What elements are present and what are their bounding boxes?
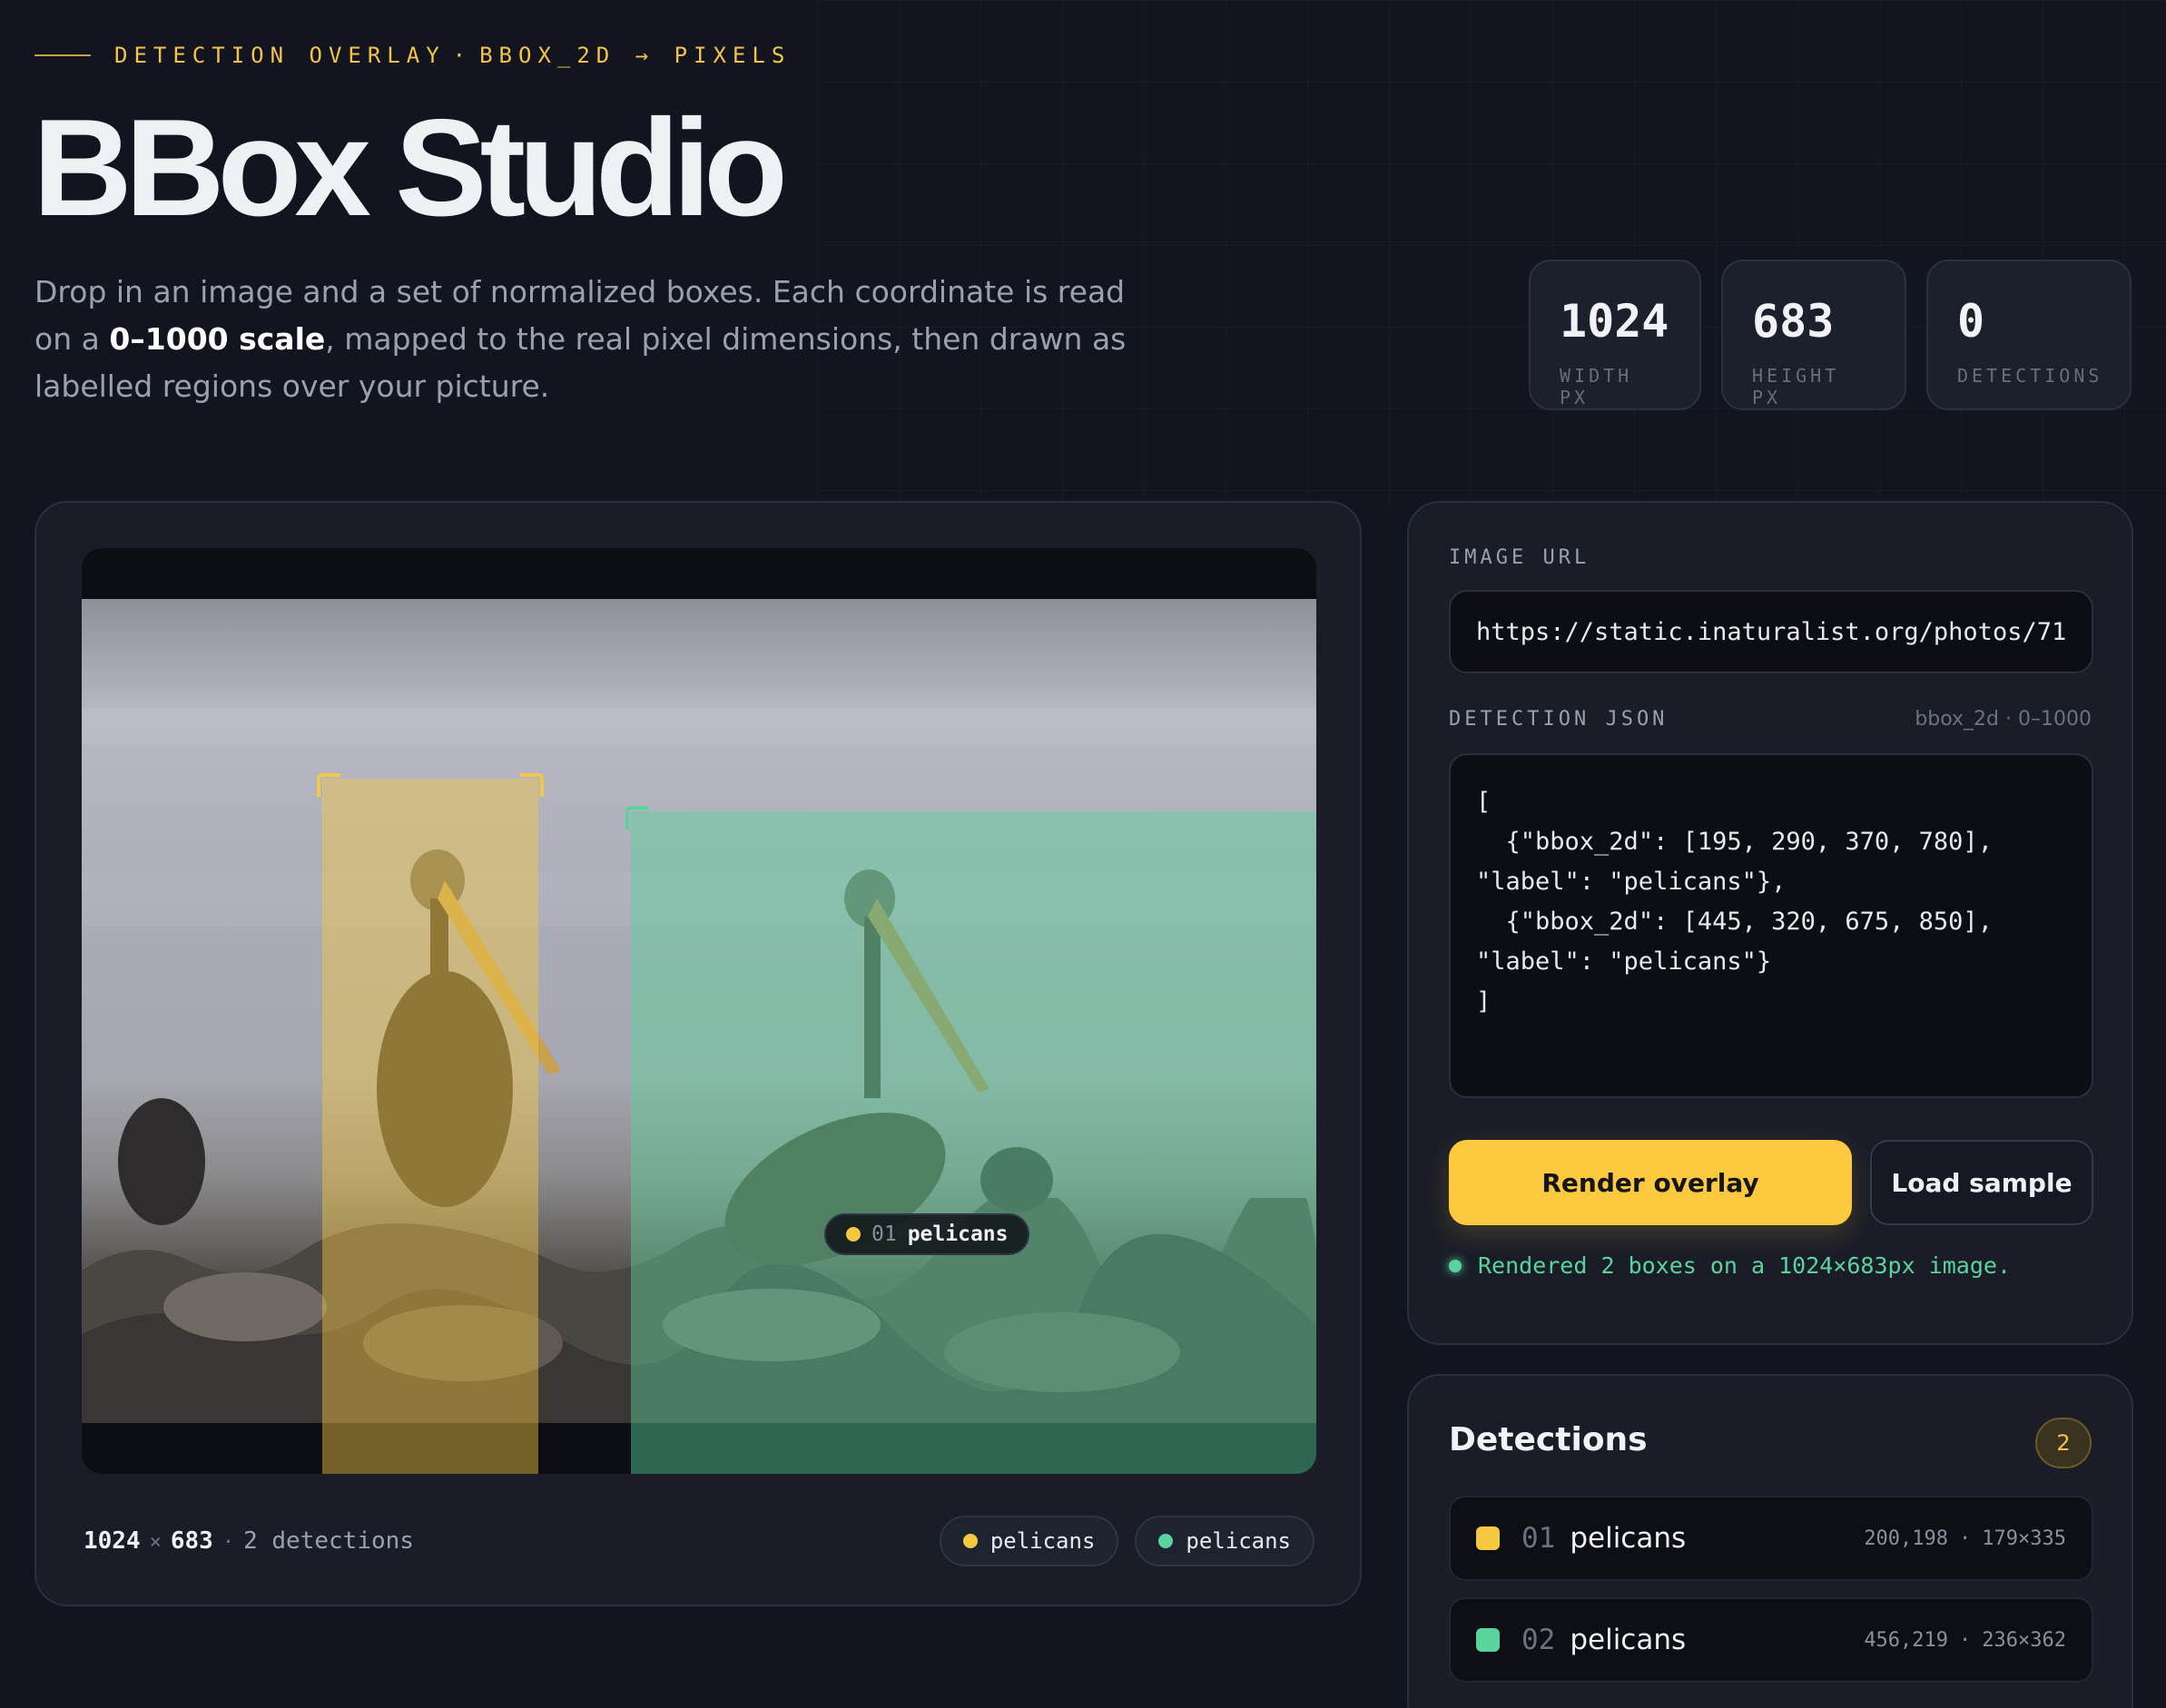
bbox-corner-right	[520, 773, 544, 797]
detection-size: 236×362	[1982, 1628, 2066, 1652]
detection-json-hint: bbox_2d · 0–1000	[1915, 708, 2092, 731]
eyebrow-right: BBOX_2D → PIXELS	[479, 43, 792, 68]
eyebrow-rule	[34, 54, 91, 56]
detection-size: 179×335	[1982, 1526, 2066, 1550]
dim-separator: ·	[222, 1531, 235, 1554]
eyebrow-left: DETECTION OVERLAY	[114, 43, 446, 68]
page-title: BBox Studio	[33, 91, 788, 245]
image-viewer: 01 pelicans 1024 × 683 · 2 detections pelica…	[34, 501, 1362, 1606]
detection-color-swatch	[1476, 1628, 1500, 1652]
bbox-label-tag: 01 pelicans	[824, 1213, 1030, 1255]
load-sample-button[interactable]: Load sample	[1870, 1140, 2093, 1225]
chip-label: pelicans	[989, 1528, 1096, 1554]
stat-detections: 0 DETECTIONS	[1926, 260, 2132, 410]
dim-times: ×	[149, 1531, 162, 1554]
status-text: Rendered 2 boxes on a 1024×683px image.	[1478, 1252, 2011, 1279]
status-dot-icon	[1449, 1259, 1462, 1272]
input-panel: IMAGE URL DETECTION JSON bbox_2d · 0–100…	[1407, 501, 2133, 1345]
viewer-footer: 1024 × 683 · 2 detections pelicans pelicans	[84, 1514, 1314, 1568]
detection-json-input[interactable]: [ {"bbox_2d": [195, 290, 370, 780], "lab…	[1449, 753, 2093, 1098]
stats-row: 1024 WIDTH PX 683 HEIGHT PX 0 DETECTIONS	[1529, 260, 2132, 410]
detection-count-text: 2 detections	[243, 1527, 414, 1555]
detection-number: 02	[1521, 1624, 1556, 1656]
stat-detections-label: DETECTIONS	[1957, 365, 2103, 387]
background-grid	[817, 0, 2166, 508]
detection-number: 01	[1521, 1522, 1556, 1555]
render-overlay-button[interactable]: Render overlay	[1449, 1140, 1852, 1225]
eyebrow-separator: ·	[452, 43, 473, 68]
bbox-corner-left	[317, 773, 340, 797]
stat-height: 683 HEIGHT PX	[1721, 260, 1906, 410]
chip-color-dot	[1158, 1534, 1174, 1548]
detections-count-badge: 2	[2035, 1418, 2092, 1468]
label-chip[interactable]: pelicans	[939, 1516, 1119, 1566]
stat-height-value: 683	[1752, 295, 1835, 348]
detections-title: Detections	[1449, 1421, 1648, 1458]
stat-width: 1024 WIDTH PX	[1529, 260, 1701, 410]
label-chips: pelicans pelicans	[939, 1516, 1314, 1566]
detection-position: 200,198	[1864, 1526, 1949, 1550]
stat-width-value: 1024	[1560, 295, 1669, 348]
stat-width-label: WIDTH PX	[1560, 365, 1633, 408]
detection-label: pelicans	[1570, 1522, 1687, 1555]
tag-number: 01	[871, 1222, 897, 1246]
chip-color-dot	[962, 1534, 978, 1548]
intro-bold: 0–1000 scale	[109, 321, 326, 357]
detection-position: 456,219	[1864, 1628, 1949, 1652]
intro-text: Drop in an image and a set of normalized…	[34, 269, 1151, 410]
bbox-02[interactable]	[625, 806, 1316, 1474]
chip-label: pelicans	[1186, 1528, 1291, 1554]
detections-panel: Detections 2 01 pelicans 200,198 · 179×335…	[1407, 1374, 2133, 1708]
label-chip[interactable]: pelicans	[1135, 1516, 1314, 1566]
image-dimensions: 1024 × 683 · 2 detections	[84, 1527, 414, 1555]
bbox-01[interactable]	[317, 773, 544, 1474]
detection-meta-separator: ·	[1959, 1628, 1972, 1652]
detection-meta: 456,219 · 236×362	[1864, 1629, 2066, 1652]
bbox-corner-left	[625, 806, 649, 829]
stat-height-label: HEIGHT PX	[1752, 365, 1840, 408]
dim-width: 1024	[84, 1527, 141, 1555]
detection-color-swatch	[1476, 1526, 1500, 1550]
detection-json-label: DETECTION JSON	[1449, 708, 1669, 731]
overlay-canvas: 01 pelicans	[82, 548, 1316, 1474]
detection-row[interactable]: 01 pelicans 200,198 · 179×335	[1449, 1496, 2093, 1581]
dim-height: 683	[170, 1527, 213, 1555]
detection-row[interactable]: 02 pelicans 456,219 · 236×362	[1449, 1597, 2093, 1683]
tag-label: pelicans	[907, 1222, 1009, 1246]
detection-meta: 200,198 · 179×335	[1864, 1527, 2066, 1550]
image-url-input[interactable]	[1449, 590, 2093, 673]
tag-color-dot	[846, 1227, 861, 1242]
detection-meta-separator: ·	[1959, 1526, 1972, 1550]
image-url-label: IMAGE URL	[1449, 546, 1590, 569]
detection-label: pelicans	[1570, 1624, 1687, 1656]
stat-detections-value: 0	[1957, 295, 1985, 348]
eyebrow: DETECTION OVERLAY · BBOX_2D → PIXELS	[34, 42, 791, 69]
render-status: Rendered 2 boxes on a 1024×683px image.	[1449, 1252, 2011, 1279]
